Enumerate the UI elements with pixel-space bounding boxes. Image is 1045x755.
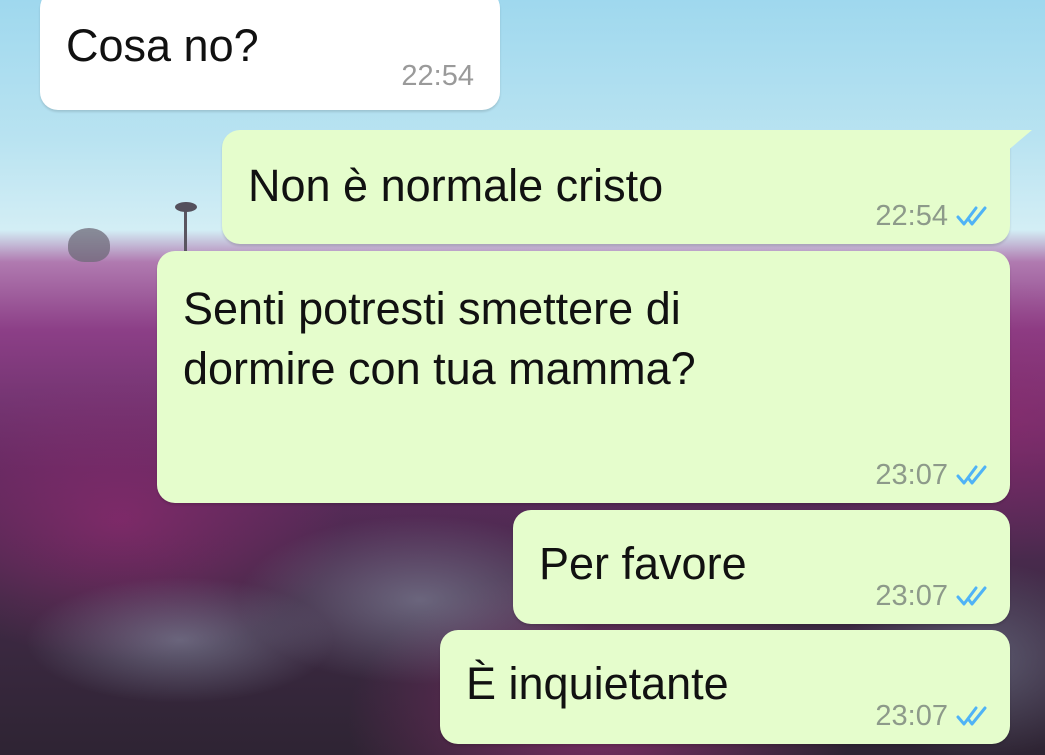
message-meta: 22:54 [875,200,990,232]
message-bubble-outgoing[interactable]: Per favore 23:07 [513,510,1010,624]
message-meta: 23:07 [875,459,990,491]
message-timestamp: 22:54 [875,200,948,232]
message-text: Senti potresti smettere di dormire con t… [183,283,696,394]
message-bubble-outgoing[interactable]: Senti potresti smettere di dormire con t… [157,251,1010,503]
message-meta: 23:07 [875,700,990,732]
double-check-icon [956,206,987,226]
wallpaper-palm-tree [175,202,197,256]
message-text: Cosa no? [66,20,259,71]
double-check-icon [956,706,987,726]
message-timestamp: 22:54 [401,60,474,92]
message-meta: 23:07 [875,580,990,612]
message-timestamp: 23:07 [875,700,948,732]
message-text: Per favore [539,538,747,589]
double-check-icon [956,465,987,485]
wallpaper-tree [68,228,110,262]
message-bubble-outgoing[interactable]: Non è normale cristo 22:54 [222,130,1032,244]
message-timestamp: 23:07 [875,459,948,491]
bubble-tail [1006,130,1032,152]
message-bubble-outgoing[interactable]: È inquietante 23:07 [440,630,1010,744]
message-text: È inquietante [466,658,729,709]
double-check-icon [956,586,987,606]
message-text: Non è normale cristo [248,160,664,211]
message-bubble-incoming[interactable]: Cosa no? 22:54 [40,0,500,110]
message-timestamp: 23:07 [875,580,948,612]
message-meta: 22:54 [401,60,474,92]
